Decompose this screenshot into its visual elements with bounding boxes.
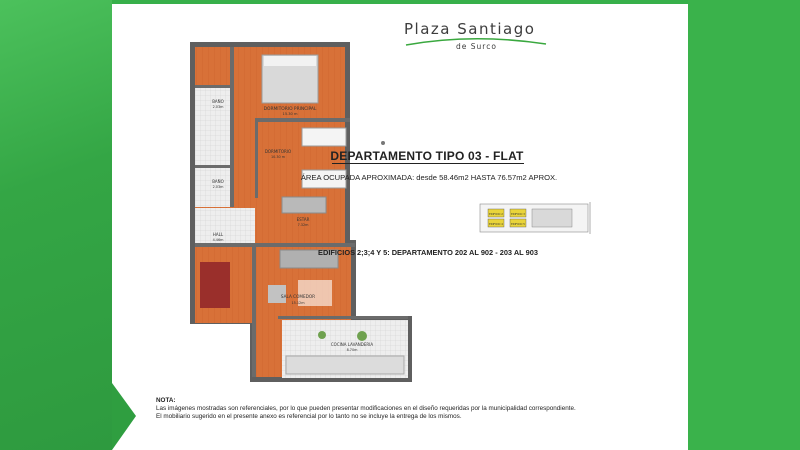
keyplan-label-3: EDIFICIO 3: [511, 212, 525, 216]
corner-chevron: [112, 383, 136, 450]
label-bath1-area: 2.03m: [213, 105, 225, 109]
key-plan: EDIFICIO 2 EDIFICIO 3 EDIFICIO 4 EDIFICI…: [479, 202, 591, 234]
label-kitchen: COCINA LAVANDERIA: [331, 342, 373, 347]
page-title: DEPARTAMENTO TIPO 03 - FLAT: [330, 149, 524, 163]
keyplan-label-4: EDIFICIO 4: [489, 222, 503, 226]
marker-dot: [381, 141, 385, 145]
logo-subtitle: de Surco: [456, 42, 497, 51]
label-living-area: 15.12m: [291, 301, 305, 305]
floor-plan: DORMITORIO PRINCIPAL 15.30 m BAÑO 2.03m …: [190, 42, 412, 382]
keyplan-label-2: EDIFICIO 2: [489, 212, 503, 216]
label-hall: HALL: [213, 232, 224, 237]
label-kitchen-area: 8.70m: [347, 348, 359, 352]
hall-tile: [195, 127, 233, 167]
note-line-2: El mobiliario sugerido en el presente an…: [156, 413, 462, 421]
label-master-area: 15.30 m: [283, 112, 298, 116]
title-underline: [332, 163, 524, 164]
label-bath2-area: 2.03m: [213, 185, 225, 189]
note-title: NOTA:: [156, 397, 176, 404]
label-study: ESTAR: [297, 217, 310, 222]
note-line-1: Las imágenes mostradas son referenciales…: [156, 405, 576, 413]
label-study-area: 7.32m: [298, 223, 310, 227]
label-bedroom-area: 10.30 m: [271, 155, 286, 159]
left-green-band: [0, 0, 112, 450]
disclaimer-note: NOTA: Las imágenes mostradas son referen…: [156, 397, 676, 422]
buildings-text: EDIFICIOS 2;3;4 Y 5: DEPARTAMENTO 202 AL…: [318, 248, 538, 257]
hall-floor: [195, 208, 255, 243]
area-text: ÁREA OCUPADA APROXIMADA: desde 58.46m2 H…: [300, 173, 558, 182]
label-bath1: BAÑO: [212, 99, 224, 104]
label-bedroom: DORMITORIO: [265, 149, 291, 154]
keyplan-label-5: EDIFICIO 5: [511, 222, 525, 226]
brand-logo: Plaza Santiago de Surco: [398, 20, 548, 60]
right-green-band: [688, 0, 800, 450]
label-hall-area: 4.46m: [213, 238, 225, 242]
label-living: SALA COMEDOR: [281, 294, 315, 299]
label-bath2: BAÑO: [212, 179, 224, 184]
